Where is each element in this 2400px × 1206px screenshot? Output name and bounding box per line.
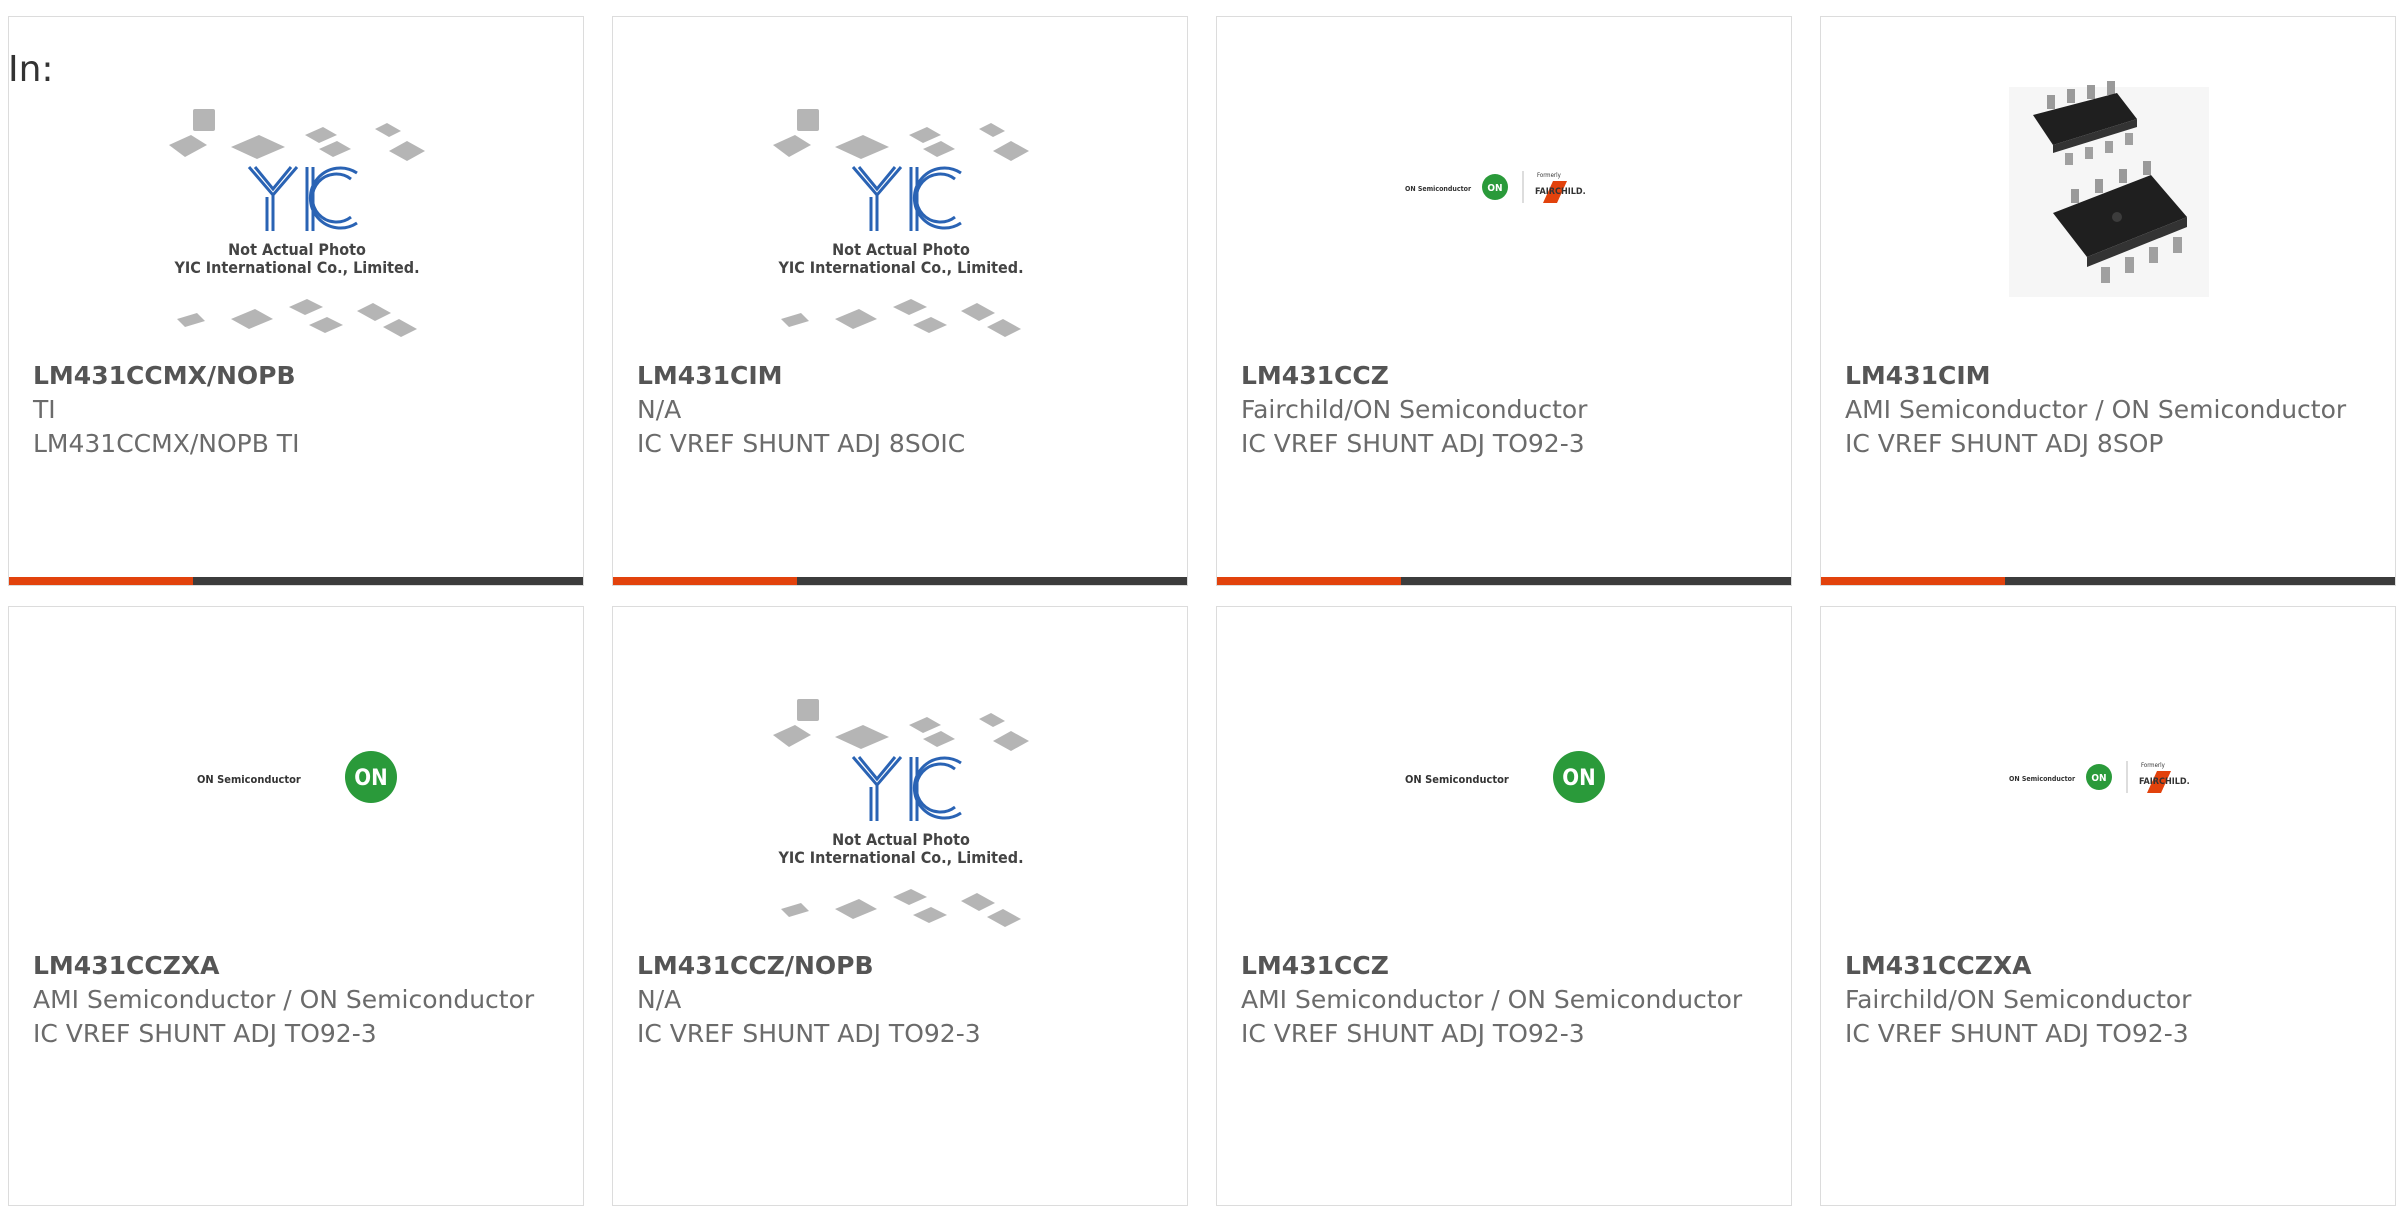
product-image[interactable]: ON Semiconductor ON Formerly FAIRCHILD. — [1821, 607, 2395, 937]
card-accent-bar — [1821, 577, 2395, 585]
svg-text:ON Semiconductor: ON Semiconductor — [1405, 185, 1472, 193]
yic-placeholder-icon: Not Actual Photo YIC International Co., … — [773, 109, 1029, 337]
svg-text:YIC International Co., Limited: YIC International Co., Limited. — [777, 258, 1023, 277]
product-card[interactable]: Not Actual Photo YIC International Co., … — [612, 606, 1188, 1206]
product-card[interactable]: Not Actual Photo YIC International Co., … — [8, 16, 584, 586]
manufacturer: TI — [33, 395, 56, 424]
card-accent-bar — [613, 577, 1187, 585]
svg-text:Not Actual Photo: Not Actual Photo — [228, 240, 366, 259]
part-number[interactable]: LM431CCZ — [1241, 949, 1771, 983]
product-image[interactable]: Not Actual Photo YIC International Co., … — [613, 17, 1187, 347]
on-fairchild-logo-icon: ON Semiconductor ON Formerly FAIRCHILD. — [1405, 171, 1586, 203]
svg-text:YIC International Co., Limited: YIC International Co., Limited. — [173, 258, 419, 277]
yic-placeholder-icon: Not Actual Photo YIC International Co., … — [773, 699, 1029, 927]
on-semiconductor-logo-icon: ON Semiconductor ON — [1405, 751, 1605, 803]
soic-chip-photo-icon — [2009, 81, 2209, 297]
card-accent-bar — [1217, 577, 1791, 585]
svg-text:ON Semiconductor: ON Semiconductor — [1405, 773, 1509, 786]
svg-text:ON: ON — [2091, 773, 2106, 784]
product-card[interactable]: ON Semiconductor ON LM431CCZXA AMI Semic… — [8, 606, 584, 1206]
product-image[interactable]: ON Semiconductor ON Formerly FAIRCHILD. — [1217, 17, 1791, 347]
part-number[interactable]: LM431CCZXA — [1845, 949, 2375, 983]
svg-text:Not Actual Photo: Not Actual Photo — [832, 240, 970, 259]
part-number[interactable]: LM431CCZXA — [33, 949, 563, 983]
svg-text:ON: ON — [1562, 766, 1595, 791]
description: IC VREF SHUNT ADJ TO92-3 — [1241, 1019, 1585, 1048]
svg-text:ON Semiconductor: ON Semiconductor — [197, 773, 301, 786]
description: LM431CCMX/NOPB TI — [33, 429, 300, 458]
filter-label: In: — [8, 49, 54, 90]
manufacturer: AMI Semiconductor / ON Semiconductor — [1241, 985, 1743, 1014]
svg-text:FAIRCHILD.: FAIRCHILD. — [1535, 187, 1586, 197]
svg-text:Formerly: Formerly — [1537, 172, 1562, 179]
on-semiconductor-logo-icon: ON Semiconductor ON — [197, 751, 397, 803]
manufacturer: Fairchild/ON Semiconductor — [1845, 985, 2192, 1014]
svg-text:ON: ON — [1487, 183, 1502, 194]
svg-text:YIC International Co., Limited: YIC International Co., Limited. — [777, 848, 1023, 867]
svg-text:Not Actual Photo: Not Actual Photo — [832, 830, 970, 849]
manufacturer: AMI Semiconductor / ON Semiconductor — [1845, 395, 2347, 424]
product-image[interactable]: ON Semiconductor ON — [1217, 607, 1791, 937]
svg-text:Formerly: Formerly — [2141, 762, 2166, 769]
part-number[interactable]: LM431CCZ — [1241, 359, 1771, 393]
product-image[interactable] — [1821, 17, 2395, 347]
on-fairchild-logo-icon: ON Semiconductor ON Formerly FAIRCHILD. — [2009, 761, 2190, 793]
description: IC VREF SHUNT ADJ 8SOP — [1845, 429, 2164, 458]
manufacturer: N/A — [637, 985, 682, 1014]
yic-placeholder-icon: Not Actual Photo YIC International Co., … — [169, 109, 425, 337]
product-image[interactable]: Not Actual Photo YIC International Co., … — [613, 607, 1187, 937]
manufacturer: AMI Semiconductor / ON Semiconductor — [33, 985, 535, 1014]
description: IC VREF SHUNT ADJ 8SOIC — [637, 429, 966, 458]
svg-text:FAIRCHILD.: FAIRCHILD. — [2139, 777, 2190, 787]
part-number[interactable]: LM431CCZ/NOPB — [637, 949, 1167, 983]
description: IC VREF SHUNT ADJ TO92-3 — [1241, 429, 1585, 458]
description: IC VREF SHUNT ADJ TO92-3 — [33, 1019, 377, 1048]
manufacturer: N/A — [637, 395, 682, 424]
product-card[interactable]: Not Actual Photo YIC International Co., … — [612, 16, 1188, 586]
product-image[interactable]: ON Semiconductor ON — [9, 607, 583, 937]
svg-text:ON Semiconductor: ON Semiconductor — [2009, 775, 2076, 783]
part-number[interactable]: LM431CIM — [637, 359, 1167, 393]
product-card[interactable]: ON Semiconductor ON Formerly FAIRCHILD. … — [1216, 16, 1792, 586]
description: IC VREF SHUNT ADJ TO92-3 — [1845, 1019, 2189, 1048]
description: IC VREF SHUNT ADJ TO92-3 — [637, 1019, 981, 1048]
card-accent-bar — [9, 577, 583, 585]
product-card[interactable]: LM431CIM AMI Semiconductor / ON Semicond… — [1820, 16, 2396, 586]
product-card[interactable]: ON Semiconductor ON LM431CCZ AMI Semicon… — [1216, 606, 1792, 1206]
product-image[interactable]: Not Actual Photo YIC International Co., … — [9, 17, 583, 347]
manufacturer: Fairchild/ON Semiconductor — [1241, 395, 1588, 424]
svg-text:ON: ON — [354, 766, 387, 791]
part-number[interactable]: LM431CIM — [1845, 359, 2375, 393]
product-card[interactable]: ON Semiconductor ON Formerly FAIRCHILD. … — [1820, 606, 2396, 1206]
part-number[interactable]: LM431CCMX/NOPB — [33, 359, 563, 393]
